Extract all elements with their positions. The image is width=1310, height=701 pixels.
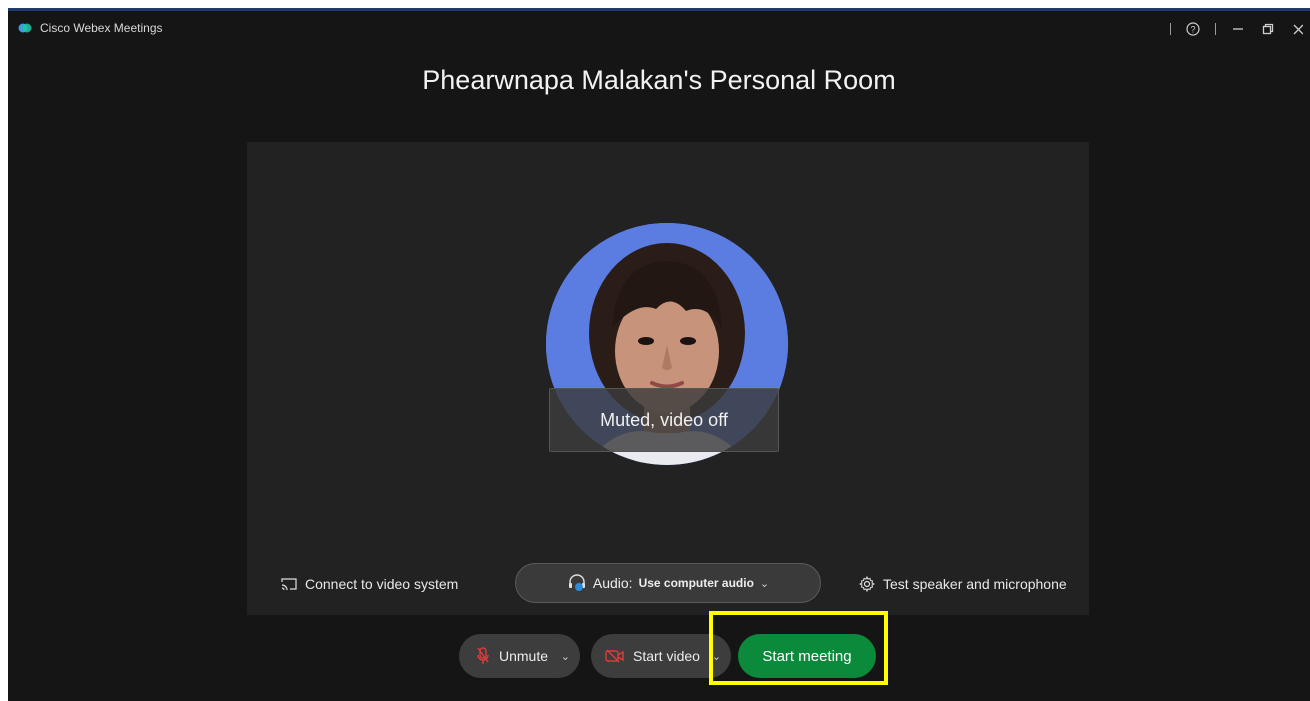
- divider: [1170, 23, 1171, 35]
- headset-icon: [568, 574, 585, 591]
- chevron-down-icon[interactable]: ⌄: [561, 650, 570, 663]
- chevron-down-icon: ⌄: [759, 577, 770, 590]
- divider: [1215, 23, 1216, 35]
- help-icon[interactable]: ?: [1185, 21, 1201, 37]
- window-controls: ?: [1170, 19, 1306, 39]
- test-speaker-label: Test speaker and microphone: [883, 576, 1067, 592]
- meeting-options: Connect to video system Audio: Use compu…: [247, 548, 1089, 614]
- unmute-button[interactable]: Unmute ⌄: [459, 634, 580, 678]
- start-video-label: Start video: [633, 648, 700, 664]
- microphone-muted-icon: [477, 647, 489, 664]
- restore-icon[interactable]: [1260, 21, 1276, 37]
- chevron-down-icon[interactable]: ⌄: [712, 650, 721, 663]
- audio-select[interactable]: Audio: Use computer audio ⌄: [515, 563, 821, 603]
- start-meeting-button[interactable]: Start meeting: [738, 634, 876, 678]
- unmute-label: Unmute: [499, 648, 549, 664]
- connect-video-system-button[interactable]: Connect to video system: [281, 576, 458, 592]
- video-status-label: Muted, video off: [549, 388, 779, 452]
- connect-video-label: Connect to video system: [305, 576, 459, 592]
- meeting-controls: Unmute ⌄ Start video ⌄ Start meeting: [8, 631, 1310, 683]
- app-window: Cisco Webex Meetings ? Phearwnapa Malaka…: [8, 8, 1310, 701]
- cast-icon: [281, 578, 297, 591]
- audio-prefix: Audio:: [592, 575, 633, 591]
- audio-value: Use computer audio: [638, 576, 754, 590]
- test-speaker-microphone-button[interactable]: Test speaker and microphone: [859, 576, 1067, 592]
- minimize-icon[interactable]: [1230, 21, 1246, 37]
- svg-text:?: ?: [1190, 25, 1195, 35]
- video-off-icon: [605, 649, 624, 663]
- app-title: Cisco Webex Meetings: [40, 21, 163, 35]
- title-bar: Cisco Webex Meetings ?: [8, 11, 1310, 47]
- room-title: Phearwnapa Malakan's Personal Room: [422, 65, 896, 95]
- webex-logo-icon: [18, 23, 32, 33]
- close-icon[interactable]: [1290, 21, 1306, 37]
- gear-icon: [859, 576, 875, 592]
- start-video-button[interactable]: Start video ⌄: [591, 634, 731, 678]
- video-preview: Muted, video off Connect to video system…: [247, 142, 1089, 615]
